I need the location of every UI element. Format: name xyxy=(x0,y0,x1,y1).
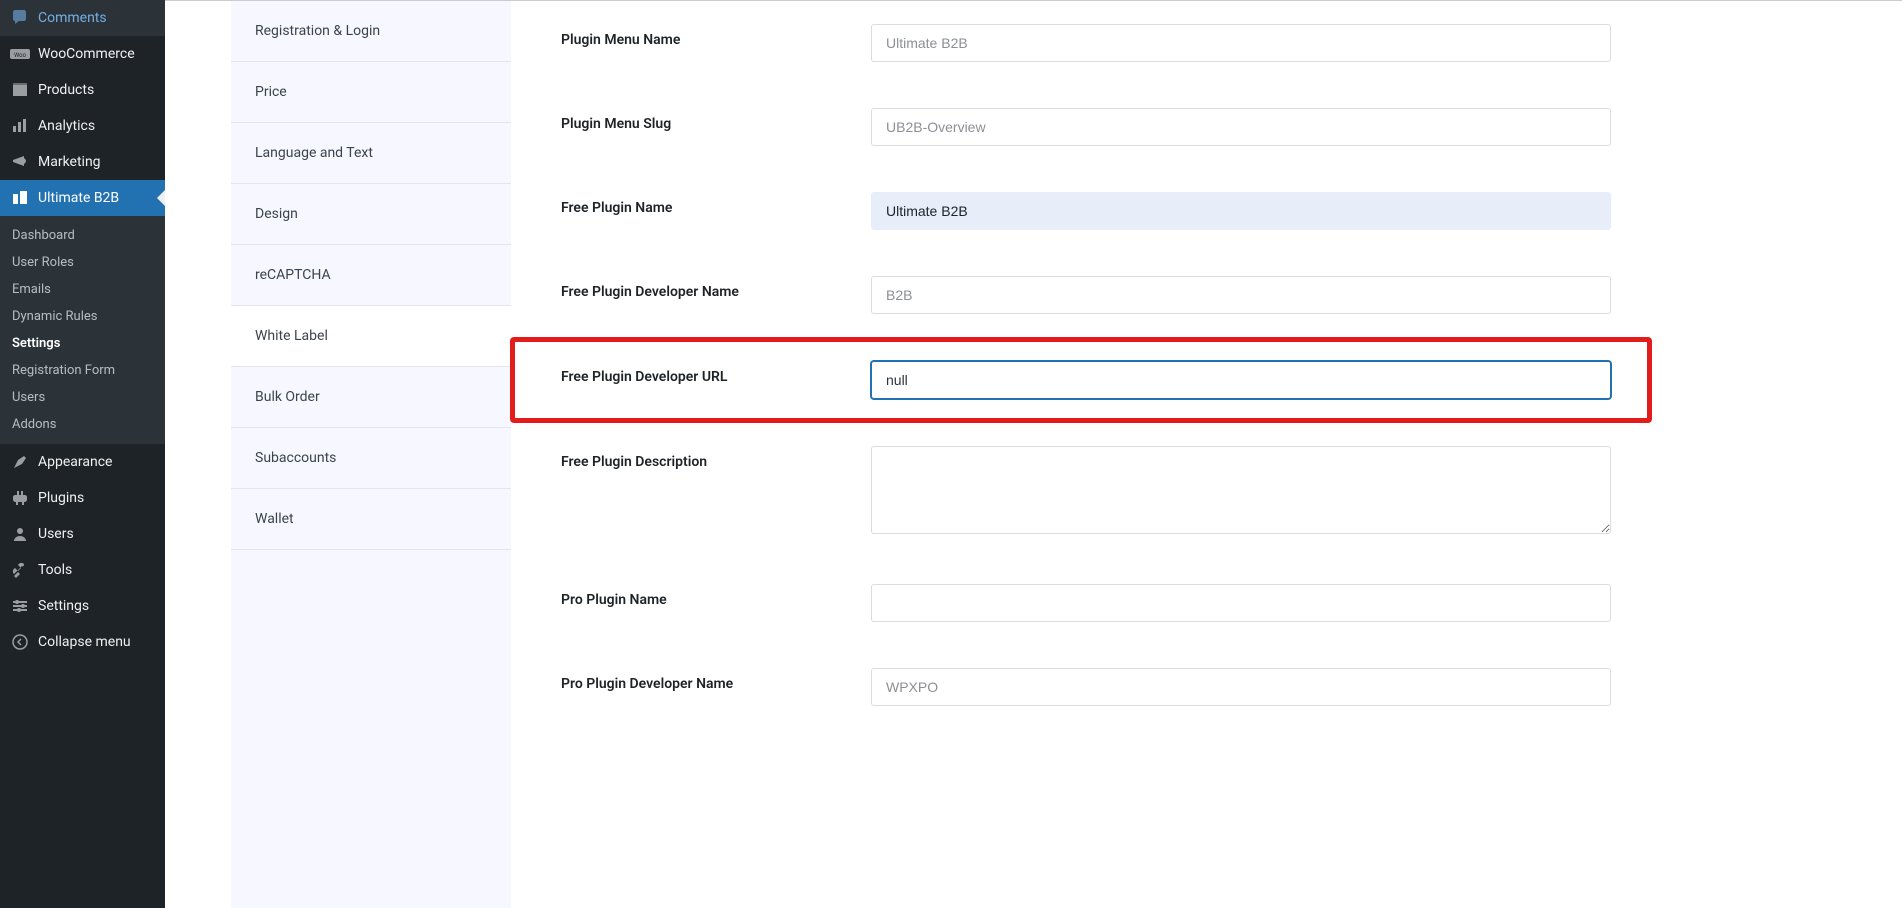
sidebar-item-tools[interactable]: Tools xyxy=(0,552,165,588)
sidebar-submenu-ultimate-b2b: Dashboard User Roles Emails Dynamic Rule… xyxy=(0,216,165,444)
tab-registration-login[interactable]: Registration & Login xyxy=(231,1,511,62)
tools-icon xyxy=(10,560,30,580)
sidebar-label: Settings xyxy=(38,598,89,614)
field-plugin-menu-name: Plugin Menu Name xyxy=(511,1,1651,85)
input-pro-plugin-name[interactable] xyxy=(871,584,1611,622)
textarea-free-plugin-desc[interactable] xyxy=(871,446,1611,534)
submenu-registration-form[interactable]: Registration Form xyxy=(0,357,165,384)
sidebar-item-analytics[interactable]: Analytics xyxy=(0,108,165,144)
label-pro-plugin-dev-name: Pro Plugin Developer Name xyxy=(561,668,871,692)
tab-wallet[interactable]: Wallet xyxy=(231,489,511,550)
field-free-plugin-desc: Free Plugin Description xyxy=(511,423,1651,561)
settings-icon xyxy=(10,596,30,616)
tab-subaccounts[interactable]: Subaccounts xyxy=(231,428,511,489)
tab-recaptcha[interactable]: reCAPTCHA xyxy=(231,245,511,306)
settings-form: Plugin Menu Name Plugin Menu Slug Free P… xyxy=(511,1,1651,908)
tab-price[interactable]: Price xyxy=(231,62,511,123)
sidebar-label: Tools xyxy=(38,562,72,578)
settings-tabs: Registration & Login Price Language and … xyxy=(231,1,511,908)
label-plugin-menu-name: Plugin Menu Name xyxy=(561,24,871,48)
field-free-plugin-name: Free Plugin Name xyxy=(511,169,1651,253)
sidebar-label: WooCommerce xyxy=(38,46,135,62)
plugins-icon xyxy=(10,488,30,508)
sidebar-item-users[interactable]: Users xyxy=(0,516,165,552)
submenu-dynamic-rules[interactable]: Dynamic Rules xyxy=(0,303,165,330)
appearance-icon xyxy=(10,452,30,472)
input-plugin-menu-name[interactable] xyxy=(871,24,1611,62)
submenu-dashboard[interactable]: Dashboard xyxy=(0,222,165,249)
sidebar-item-woocommerce[interactable]: Woo WooCommerce xyxy=(0,36,165,72)
sidebar-item-plugins[interactable]: Plugins xyxy=(0,480,165,516)
label-free-plugin-dev-url: Free Plugin Developer URL xyxy=(561,361,871,385)
sidebar-label: Products xyxy=(38,82,94,98)
input-pro-plugin-dev-name[interactable] xyxy=(871,668,1611,706)
label-plugin-menu-slug: Plugin Menu Slug xyxy=(561,108,871,132)
products-icon xyxy=(10,80,30,100)
input-free-plugin-dev-name[interactable] xyxy=(871,276,1611,314)
comment-icon xyxy=(10,8,30,28)
sidebar-item-marketing[interactable]: Marketing xyxy=(0,144,165,180)
sidebar-label: Analytics xyxy=(38,118,95,134)
sidebar-item-settings[interactable]: Settings xyxy=(0,588,165,624)
wp-admin-sidebar: Comments Woo WooCommerce Products Analyt… xyxy=(0,0,165,908)
marketing-icon xyxy=(10,152,30,172)
sidebar-label: Ultimate B2B xyxy=(38,190,119,206)
submenu-user-roles[interactable]: User Roles xyxy=(0,249,165,276)
submenu-emails[interactable]: Emails xyxy=(0,276,165,303)
content-area: Registration & Login Price Language and … xyxy=(165,0,1902,908)
field-plugin-menu-slug: Plugin Menu Slug xyxy=(511,85,1651,169)
sidebar-item-ultimate-b2b[interactable]: Ultimate B2B xyxy=(0,180,165,216)
sidebar-label: Marketing xyxy=(38,154,101,170)
b2b-icon xyxy=(10,188,30,208)
collapse-icon xyxy=(10,632,30,652)
field-free-plugin-dev-name: Free Plugin Developer Name xyxy=(511,253,1651,337)
label-free-plugin-desc: Free Plugin Description xyxy=(561,446,871,470)
input-free-plugin-dev-url[interactable] xyxy=(871,361,1611,399)
sidebar-label: Comments xyxy=(38,10,107,26)
woocommerce-icon: Woo xyxy=(10,44,30,64)
sidebar-label: Appearance xyxy=(38,454,112,470)
svg-text:Woo: Woo xyxy=(14,52,27,59)
sidebar-item-collapse[interactable]: Collapse menu xyxy=(0,624,165,660)
submenu-addons[interactable]: Addons xyxy=(0,411,165,438)
tab-white-label[interactable]: White Label xyxy=(231,306,511,367)
tab-bulk-order[interactable]: Bulk Order xyxy=(231,367,511,428)
analytics-icon xyxy=(10,116,30,136)
submenu-settings[interactable]: Settings xyxy=(0,330,165,357)
field-pro-plugin-name: Pro Plugin Name xyxy=(511,561,1651,645)
field-free-plugin-dev-url: Free Plugin Developer URL xyxy=(510,337,1652,423)
input-plugin-menu-slug[interactable] xyxy=(871,108,1611,146)
submenu-users[interactable]: Users xyxy=(0,384,165,411)
sidebar-label: Plugins xyxy=(38,490,84,506)
input-free-plugin-name[interactable] xyxy=(871,192,1611,230)
users-icon xyxy=(10,524,30,544)
sidebar-item-appearance[interactable]: Appearance xyxy=(0,444,165,480)
sidebar-item-products[interactable]: Products xyxy=(0,72,165,108)
label-free-plugin-dev-name: Free Plugin Developer Name xyxy=(561,276,871,300)
tab-language-text[interactable]: Language and Text xyxy=(231,123,511,184)
sidebar-item-comments[interactable]: Comments xyxy=(0,0,165,36)
tab-design[interactable]: Design xyxy=(231,184,511,245)
field-pro-plugin-dev-name: Pro Plugin Developer Name xyxy=(511,645,1651,729)
sidebar-label: Users xyxy=(38,526,74,542)
label-pro-plugin-name: Pro Plugin Name xyxy=(561,584,871,608)
label-free-plugin-name: Free Plugin Name xyxy=(561,192,871,216)
sidebar-label: Collapse menu xyxy=(38,634,131,650)
